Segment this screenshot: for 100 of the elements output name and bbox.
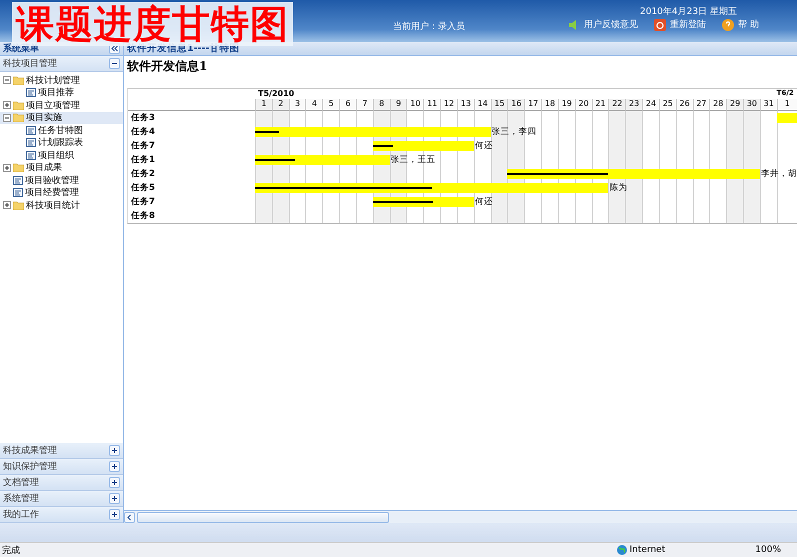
minus-icon bbox=[111, 60, 118, 67]
day-label: 6 bbox=[339, 99, 356, 111]
day-label: 19 bbox=[558, 99, 575, 111]
day-label: 30 bbox=[743, 99, 760, 111]
task-name: 任务1 bbox=[130, 154, 156, 167]
section-label: 文档管理 bbox=[3, 476, 39, 489]
section-label: 科技成果管理 bbox=[3, 444, 57, 457]
day-label: 1 bbox=[255, 99, 272, 111]
day-label: 28 bbox=[709, 99, 726, 111]
plus-icon bbox=[111, 511, 118, 518]
assignee-label: 李井，胡 bbox=[760, 168, 797, 180]
day-label: 17 bbox=[524, 99, 542, 111]
tree-item[interactable]: 任务甘特图 bbox=[0, 124, 123, 136]
section-label: 知识保护管理 bbox=[3, 460, 57, 473]
list-page-icon bbox=[13, 176, 23, 185]
plus-icon bbox=[111, 479, 118, 486]
expand-icon[interactable] bbox=[3, 201, 11, 210]
folder-icon bbox=[13, 76, 24, 85]
day-label: 26 bbox=[676, 99, 693, 111]
day-label: 9 bbox=[390, 99, 406, 111]
section-toggle-button[interactable] bbox=[109, 493, 120, 504]
accordion-header[interactable]: 科技项目管理 bbox=[0, 56, 123, 72]
folder-icon bbox=[13, 200, 24, 210]
day-label: 10 bbox=[406, 99, 424, 111]
section-label: 科技项目管理 bbox=[3, 58, 57, 70]
tree-item[interactable]: 项目经费管理 bbox=[0, 186, 123, 199]
tree-item[interactable]: 科技项目统计 bbox=[0, 199, 123, 212]
list-page-icon bbox=[26, 150, 36, 160]
overlay-title: 课题进度甘特图 bbox=[12, 2, 293, 46]
day-label: 22 bbox=[608, 99, 626, 111]
task-name: 任务2 bbox=[130, 168, 156, 181]
day-label: 29 bbox=[726, 99, 744, 111]
day-label: 15 bbox=[490, 99, 508, 111]
day-label: 8 bbox=[372, 99, 390, 111]
tree-item[interactable]: 项目推荐 bbox=[0, 86, 123, 99]
day-label: 24 bbox=[642, 99, 659, 111]
accordion-header[interactable]: 我的工作 bbox=[0, 507, 123, 523]
task-name: 任务7 bbox=[130, 140, 156, 153]
globe-icon bbox=[616, 545, 627, 555]
section-toggle-button[interactable] bbox=[109, 509, 120, 520]
day-label: 14 bbox=[474, 99, 491, 111]
section-toggle-button[interactable] bbox=[109, 461, 120, 472]
section-toggle-button[interactable] bbox=[109, 477, 120, 488]
horizontal-scrollbar[interactable] bbox=[124, 510, 797, 523]
accordion-header[interactable]: 科技成果管理 bbox=[0, 443, 123, 459]
header-link[interactable]: 重新登陆 bbox=[654, 18, 706, 31]
folder-icon bbox=[13, 163, 24, 172]
tree-item[interactable]: 项目验收管理 bbox=[0, 174, 123, 186]
list-page-icon bbox=[13, 188, 23, 198]
assignee-label: 陈为 bbox=[608, 182, 628, 194]
day-label: 11 bbox=[423, 99, 440, 111]
task-name: 任务8 bbox=[130, 210, 156, 223]
tree-item[interactable]: 计划跟踪表 bbox=[0, 136, 123, 149]
expand-icon[interactable] bbox=[3, 164, 11, 172]
tree-item[interactable]: 项目成果 bbox=[0, 162, 123, 174]
tree-item[interactable]: 项目实施 bbox=[0, 112, 123, 124]
day-label: 31 bbox=[760, 99, 777, 111]
day-label: 21 bbox=[592, 99, 608, 111]
tree-item[interactable]: 科技计划管理 bbox=[0, 74, 123, 86]
scroll-left-button[interactable] bbox=[124, 512, 135, 522]
current-user-text: 当前用户：录入员 bbox=[393, 20, 465, 33]
day-label: 3 bbox=[288, 99, 306, 111]
section-toggle-button[interactable] bbox=[109, 58, 120, 69]
double-chevron-left-icon bbox=[111, 45, 118, 52]
accordion-header[interactable]: 系统管理 bbox=[0, 491, 123, 507]
power-icon bbox=[654, 18, 666, 30]
list-page-icon bbox=[26, 88, 36, 98]
assignee-label: 何还 bbox=[474, 196, 494, 208]
header-link[interactable]: 用户反馈意见 bbox=[568, 18, 638, 31]
tree-item[interactable]: 项目组织 bbox=[0, 149, 123, 162]
task-name: 任务4 bbox=[130, 126, 156, 139]
collapse-icon[interactable] bbox=[3, 114, 11, 122]
day-label: 5 bbox=[322, 99, 340, 111]
list-page-icon bbox=[26, 126, 36, 135]
assignee-label: 张三，李四 bbox=[490, 126, 538, 138]
task-bar bbox=[776, 113, 797, 123]
day-label: 4 bbox=[305, 99, 322, 111]
section-toggle-button[interactable] bbox=[109, 445, 120, 456]
chevron-left-icon bbox=[126, 514, 133, 520]
day-label: 18 bbox=[541, 99, 558, 111]
day-label: 25 bbox=[658, 99, 676, 111]
day-label: 23 bbox=[625, 99, 642, 111]
page-title: 软件开发信息1 bbox=[127, 58, 208, 75]
plus-icon bbox=[111, 495, 118, 502]
day-label: 16 bbox=[507, 99, 524, 111]
day-label: 2 bbox=[272, 99, 289, 111]
assignee-label: 何还 bbox=[474, 140, 494, 152]
assignee-label: 张三，王五 bbox=[390, 154, 437, 166]
accordion-header[interactable]: 知识保护管理 bbox=[0, 459, 123, 475]
accordion-header[interactable]: 文档管理 bbox=[0, 475, 123, 491]
collapse-icon[interactable] bbox=[3, 76, 11, 84]
zoom-level[interactable]: 100% bbox=[755, 545, 781, 555]
day-label: 27 bbox=[692, 99, 710, 111]
status-text: 完成 bbox=[2, 544, 20, 556]
tree-item[interactable]: 项目立项管理 bbox=[0, 99, 123, 112]
expand-icon[interactable] bbox=[3, 101, 11, 110]
day-label: 13 bbox=[456, 99, 474, 111]
day-label: 12 bbox=[440, 99, 457, 111]
header-link[interactable]: 帮 助 bbox=[722, 18, 759, 31]
scroll-thumb[interactable] bbox=[137, 512, 389, 522]
